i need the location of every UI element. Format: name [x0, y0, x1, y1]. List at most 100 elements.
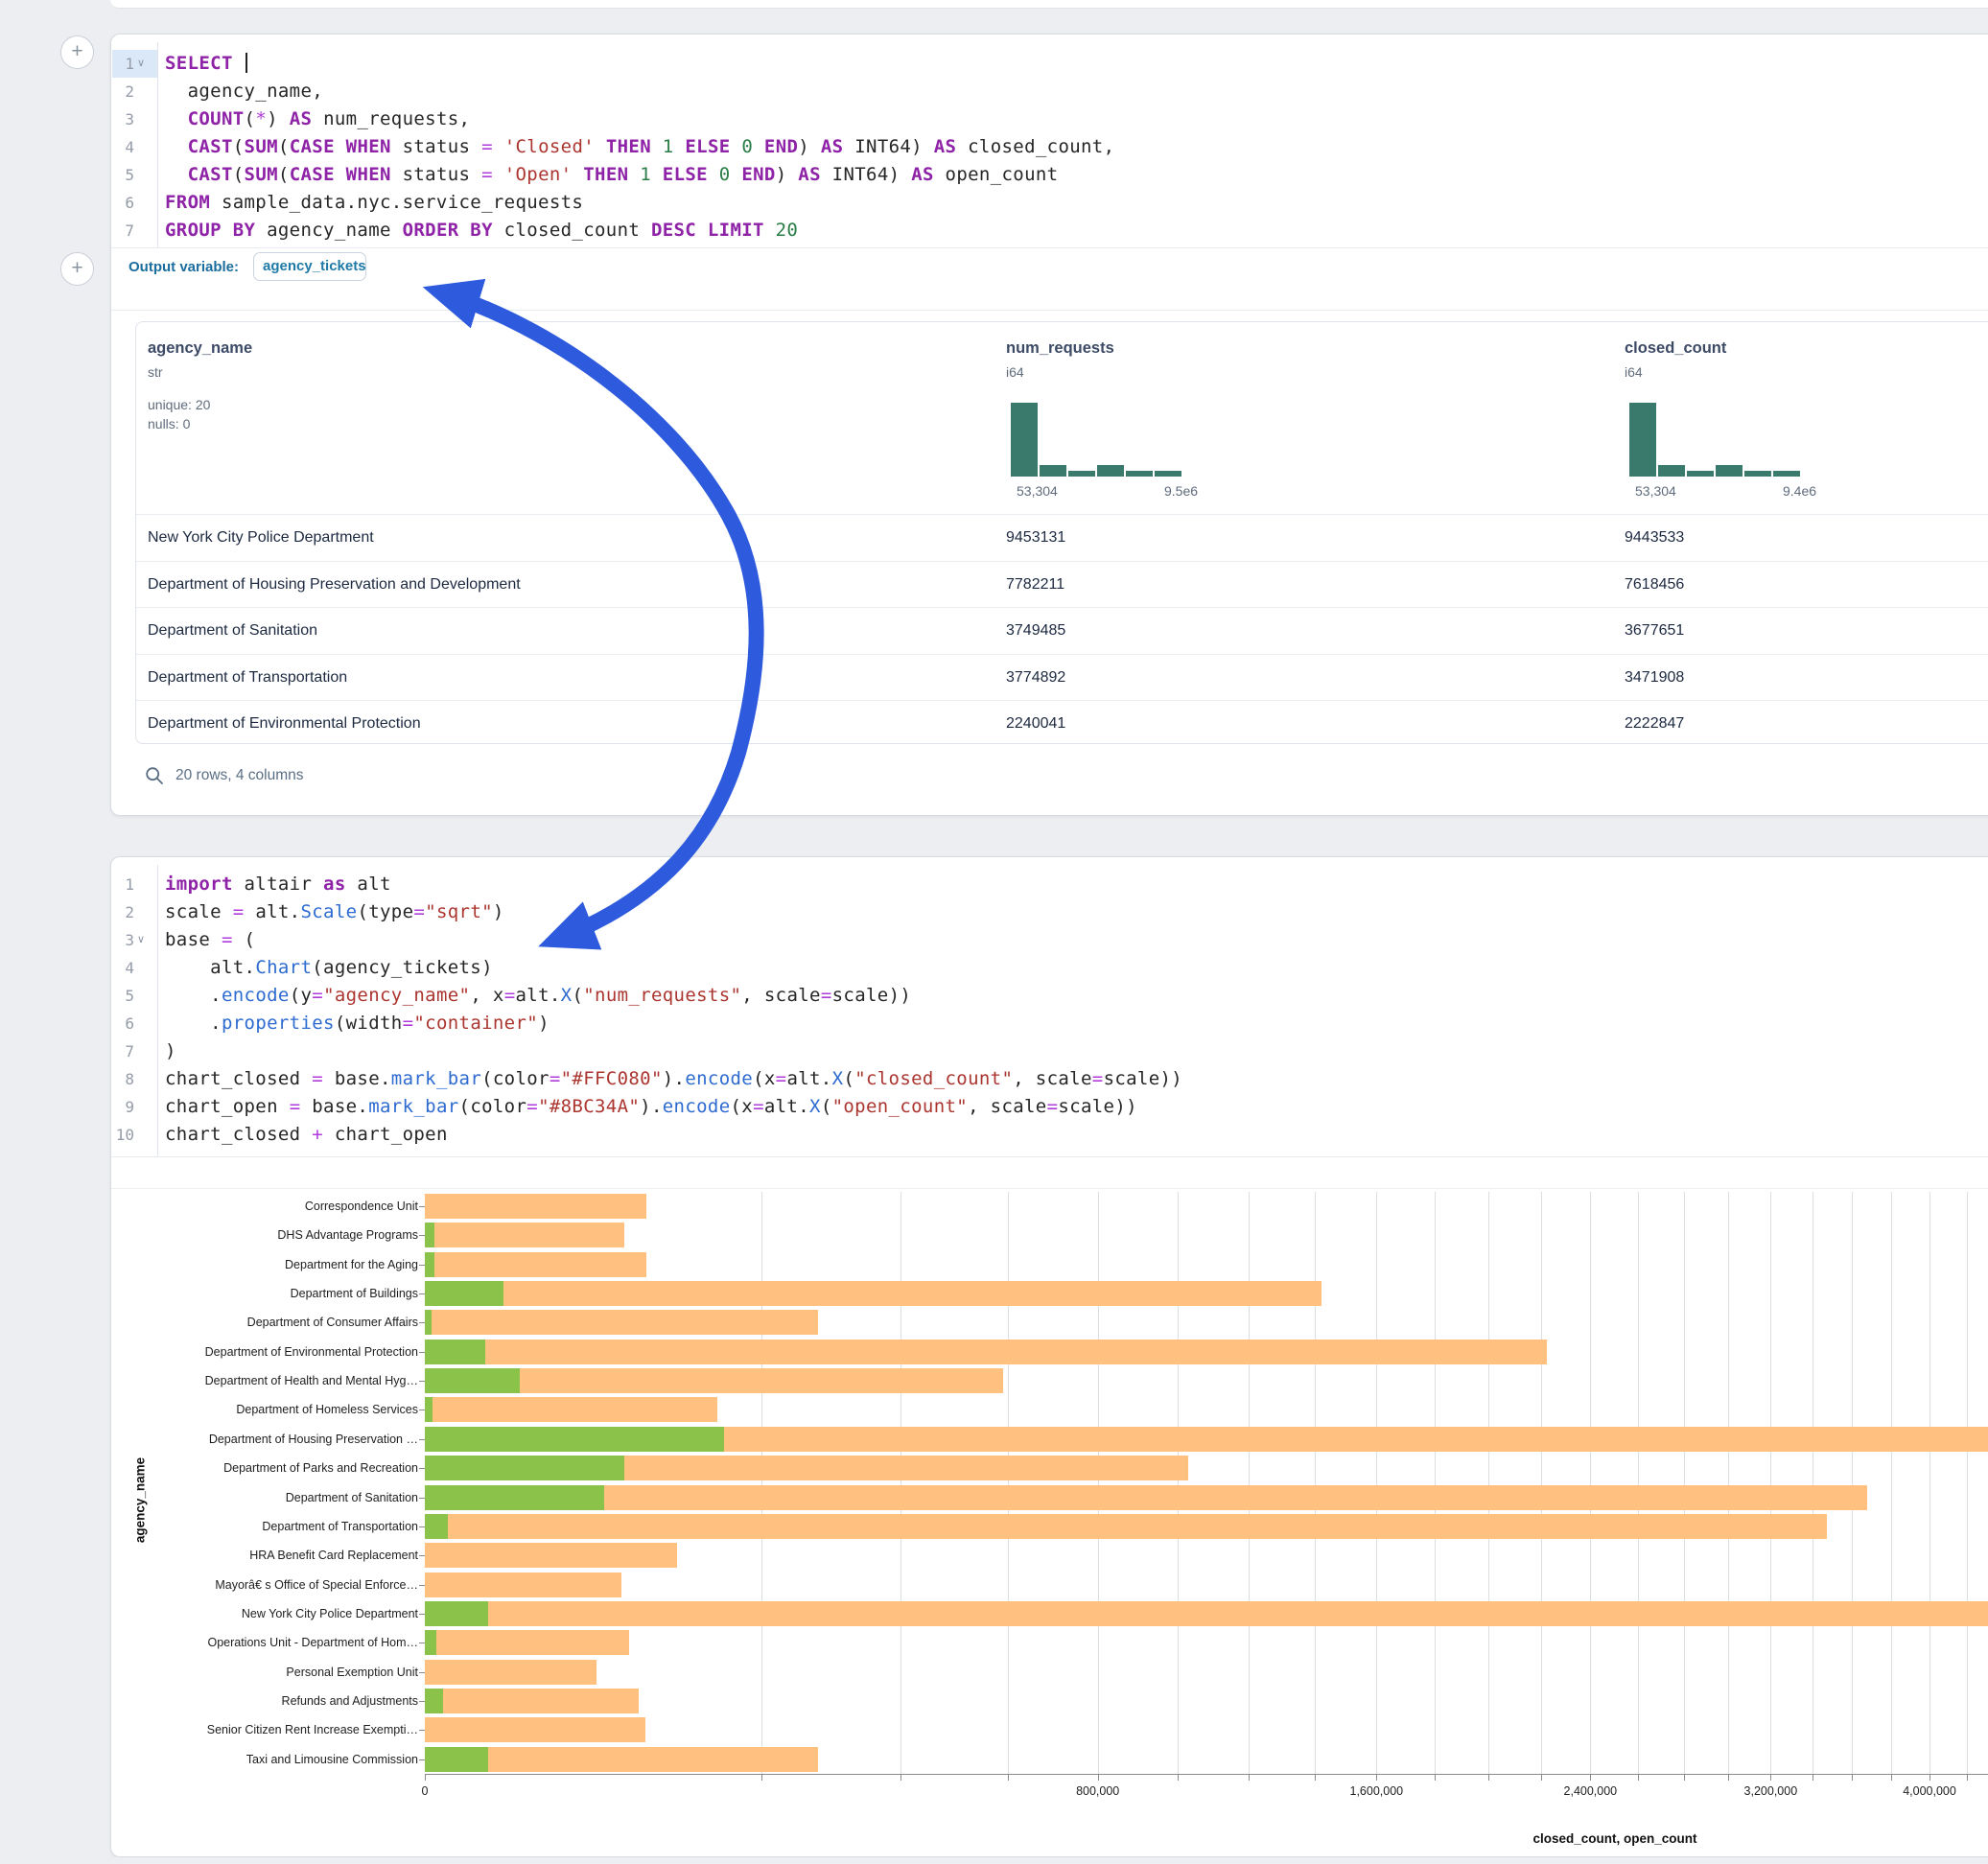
bar-open-count	[425, 1601, 488, 1626]
gridline	[1249, 1192, 1250, 1774]
code-line: chart_closed = base.mark_bar(color="#FFC…	[165, 1065, 1182, 1093]
fold-chevron-icon[interactable]: ∨	[137, 50, 151, 78]
bar-open-count	[425, 1630, 436, 1655]
x-tick	[1315, 1774, 1316, 1781]
x-tick	[1249, 1774, 1250, 1781]
y-axis-label: DHS Advantage Programs	[121, 1221, 418, 1249]
table-row[interactable]: New York City Police Department945313194…	[136, 514, 1988, 561]
bar-closed-count	[425, 1573, 621, 1597]
x-tick	[1008, 1774, 1009, 1781]
x-tick	[1178, 1774, 1179, 1781]
table-row[interactable]: Department of Sanitation37494853677651	[136, 607, 1988, 654]
histogram-max-label: 9.4e6	[1783, 483, 1816, 499]
gridline	[1590, 1192, 1591, 1774]
gridline	[1435, 1192, 1436, 1774]
code-line: .encode(y="agency_name", x=alt.X("num_re…	[165, 982, 911, 1010]
table-row[interactable]: Department of Transportation377489234719…	[136, 654, 1988, 701]
table-cell: Department of Sanitation	[148, 608, 317, 655]
histogram-bin	[1126, 471, 1153, 477]
y-axis-label: Department of Parks and Recreation	[121, 1454, 418, 1482]
y-axis-label: Department of Environmental Protection	[121, 1338, 418, 1366]
column-stat: nulls: 0	[148, 416, 190, 431]
bar-open-count	[425, 1427, 724, 1452]
code-line: .properties(width="container")	[165, 1010, 550, 1037]
histogram-bin	[1155, 471, 1181, 477]
line-number: 5	[111, 982, 134, 1010]
histogram-bin	[1011, 403, 1038, 477]
gridline	[1008, 1192, 1009, 1774]
x-tick	[1770, 1774, 1771, 1781]
line-number: 7	[111, 1037, 134, 1065]
histogram-min-label: 53,304	[1635, 483, 1676, 499]
bar-closed-count	[425, 1252, 646, 1277]
histogram-bin	[1744, 471, 1771, 477]
gutter-divider	[157, 42, 158, 247]
add-cell-button-top[interactable]: +	[60, 35, 94, 69]
bar-closed-count	[425, 1223, 624, 1247]
column-histogram	[1629, 403, 1802, 477]
bar-open-count	[425, 1514, 448, 1539]
bar-closed-count	[425, 1485, 1867, 1510]
x-tick	[1376, 1774, 1377, 1781]
text-caret	[246, 53, 247, 73]
histogram-bin	[1097, 465, 1124, 477]
bar-open-count	[425, 1456, 624, 1480]
dataframe-preview: agency_namestrunique: 20nulls: 0 num_requ…	[135, 321, 1988, 744]
x-tick	[1638, 1774, 1639, 1781]
histogram-bin	[1658, 465, 1685, 477]
code-line: chart_open = base.mark_bar(color="#8BC34…	[165, 1093, 1137, 1121]
line-number: 3	[111, 926, 134, 954]
table-row[interactable]: Department of Environmental Protection22…	[136, 700, 1988, 744]
gridline	[1315, 1192, 1316, 1774]
gridline	[900, 1192, 901, 1774]
editor-separator	[111, 1156, 1988, 1157]
sql-editor[interactable]: 1∨SELECT 2 agency_name,3 COUNT(*) AS num…	[111, 35, 1988, 247]
output-variable-label: Output variable:	[129, 259, 239, 275]
column-header-num_requests[interactable]: num_requestsi6453,3049.5e6	[1006, 322, 1620, 514]
x-tick-label: 800,000	[1076, 1784, 1119, 1798]
add-cell-button-middle[interactable]: +	[60, 252, 94, 286]
column-name: num_requests	[1006, 339, 1114, 358]
column-header-agency_name[interactable]: agency_namestrunique: 20nulls: 0	[148, 322, 761, 514]
editor-separator	[111, 247, 1988, 248]
bar-closed-count	[425, 1194, 646, 1219]
bar-open-count	[425, 1485, 604, 1510]
table-cell: 7782211	[1006, 562, 1064, 609]
column-type: str	[148, 364, 163, 380]
gridline	[1178, 1192, 1179, 1774]
column-header-closed_count[interactable]: closed_counti6453,3049.4e6	[1625, 322, 1988, 514]
bar-open-count	[425, 1252, 434, 1277]
bar-closed-count	[425, 1310, 818, 1335]
column-histogram	[1011, 403, 1183, 477]
bar-closed-count	[425, 1689, 639, 1713]
x-tick-label: 0	[422, 1784, 429, 1798]
x-tick	[1541, 1774, 1542, 1781]
code-line: SELECT	[165, 50, 247, 78]
histogram-max-label: 9.5e6	[1164, 483, 1198, 499]
y-axis-label: Taxi and Limousine Commission	[121, 1745, 418, 1774]
python-editor[interactable]: 1import altair as alt2scale = alt.Scale(…	[111, 857, 1988, 1156]
x-axis-title: closed_count, open_count	[1532, 1831, 1696, 1846]
y-axis-label: Department of Housing Preservation …	[121, 1425, 418, 1454]
bar-closed-count	[425, 1543, 677, 1568]
output-variable-input[interactable]: agency_tickets	[253, 252, 366, 281]
gridline	[1098, 1192, 1099, 1774]
x-tick-label: 3,200,000	[1744, 1784, 1798, 1798]
table-cell: 9443533	[1625, 515, 1684, 562]
bar-closed-count	[425, 1601, 1988, 1626]
line-number: 2	[111, 898, 134, 926]
line-number: 1	[111, 871, 134, 898]
row-column-count: 20 rows, 4 columns	[175, 767, 304, 784]
y-axis-label: Correspondence Unit	[121, 1192, 418, 1221]
search-icon[interactable]	[145, 766, 164, 785]
table-cell: 9453131	[1006, 515, 1065, 562]
line-number: 8	[111, 1065, 134, 1093]
bar-open-count	[425, 1281, 503, 1306]
fold-chevron-icon[interactable]: ∨	[137, 926, 151, 954]
table-cell: 3749485	[1006, 608, 1065, 655]
gridline	[1638, 1192, 1639, 1774]
table-row[interactable]: Department of Housing Preservation and D…	[136, 561, 1988, 608]
column-type: i64	[1006, 364, 1024, 380]
table-cell: Department of Environmental Protection	[148, 701, 421, 744]
y-axis-label: Department of Sanitation	[121, 1483, 418, 1512]
